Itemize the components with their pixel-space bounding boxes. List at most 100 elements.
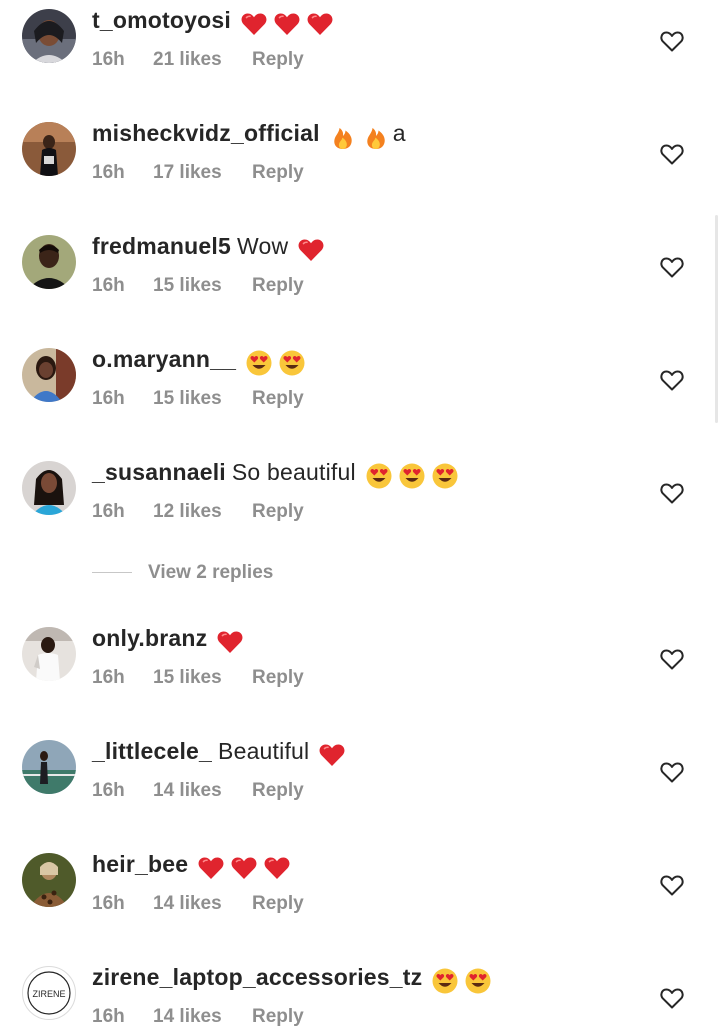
comment-line: heir_bee — [92, 850, 291, 882]
heart-outline-icon[interactable] — [658, 871, 686, 899]
reply-button[interactable]: Reply — [252, 161, 304, 185]
heart-eyes-emoji — [245, 349, 273, 377]
comment-meta: 16h 14 likes Reply — [92, 779, 304, 803]
like-count[interactable]: 14 likes — [153, 892, 252, 916]
comment-text: Beautiful — [218, 738, 310, 764]
avatar[interactable] — [22, 740, 76, 794]
heart-outline-icon[interactable] — [658, 366, 686, 394]
red-heart-emoji — [197, 854, 225, 882]
username[interactable]: o.maryann__ — [92, 346, 236, 372]
heart-outline-icon[interactable] — [658, 253, 686, 281]
avatar[interactable]: ZIRENE — [22, 966, 76, 1020]
heart-eyes-emoji — [431, 967, 459, 995]
like-count[interactable]: 21 likes — [153, 48, 252, 72]
emoji-group — [211, 628, 244, 656]
username[interactable]: _littlecele_ — [92, 738, 212, 764]
heart-outline-icon[interactable] — [658, 27, 686, 55]
comment-line: _littlecele_ Beautiful — [92, 737, 346, 769]
red-heart-emoji — [216, 628, 244, 656]
view-replies-button[interactable]: View 2 replies — [92, 562, 273, 586]
username[interactable]: t_omotoyosi — [92, 7, 231, 33]
timestamp: 16h — [92, 162, 125, 183]
comment-line: o.maryann__ — [92, 345, 306, 377]
timestamp: 16h — [92, 49, 125, 70]
emoji-group — [313, 741, 346, 769]
timestamp: 16h — [92, 388, 125, 409]
reply-button[interactable]: Reply — [252, 892, 304, 916]
avatar[interactable] — [22, 627, 76, 681]
red-heart-emoji — [273, 10, 301, 38]
comment-meta: 16h 14 likes Reply — [92, 1005, 304, 1029]
comment-line: _susannaeli So beautiful — [92, 458, 459, 490]
comment-meta: 16h 14 likes Reply — [92, 892, 304, 916]
username[interactable]: fredmanuel5 — [92, 233, 231, 259]
reply-button[interactable]: Reply — [252, 274, 304, 298]
emoji-group — [292, 236, 325, 264]
reply-button[interactable]: Reply — [252, 666, 304, 690]
heart-eyes-emoji — [278, 349, 306, 377]
like-count[interactable]: 17 likes — [153, 161, 252, 185]
heart-eyes-emoji — [365, 462, 393, 490]
reply-button[interactable]: Reply — [252, 500, 304, 524]
comment-meta: 16h 15 likes Reply — [92, 666, 304, 690]
red-heart-emoji — [297, 236, 325, 264]
timestamp: 16h — [92, 780, 125, 801]
heart-eyes-emoji — [464, 967, 492, 995]
emoji-group — [426, 967, 492, 995]
reply-button[interactable]: Reply — [252, 387, 304, 411]
heart-outline-icon[interactable] — [658, 479, 686, 507]
zirene-logo: ZIRENE — [32, 989, 65, 999]
reply-button[interactable]: Reply — [252, 1005, 304, 1029]
heart-outline-icon[interactable] — [658, 758, 686, 786]
username[interactable]: zirene_laptop_accessories_tz — [92, 964, 422, 990]
avatar[interactable] — [22, 235, 76, 289]
heart-outline-icon[interactable] — [658, 645, 686, 673]
avatar[interactable] — [22, 9, 76, 63]
comments-list: t_omotoyosi 16h 21 likes Reply misheckvidz… — [0, 0, 720, 1032]
comment-row: _susannaeli So beautiful 16h 12 likes Reply — [0, 452, 720, 552]
like-count[interactable]: 15 likes — [153, 666, 252, 690]
emoji-group — [240, 349, 306, 377]
emoji-group — [192, 854, 291, 882]
emoji-group — [324, 123, 390, 151]
red-heart-emoji — [240, 10, 268, 38]
like-count[interactable]: 15 likes — [153, 387, 252, 411]
avatar[interactable] — [22, 461, 76, 515]
heart-outline-icon[interactable] — [658, 140, 686, 168]
comment-meta: 16h 21 likes Reply — [92, 48, 304, 72]
username[interactable]: heir_bee — [92, 851, 188, 877]
red-heart-emoji — [263, 854, 291, 882]
avatar[interactable] — [22, 853, 76, 907]
heart-eyes-emoji — [431, 462, 459, 490]
like-count[interactable]: 15 likes — [153, 274, 252, 298]
comment-row: o.maryann__ 16h 15 likes Reply — [0, 339, 720, 439]
timestamp: 16h — [92, 893, 125, 914]
fire-emoji — [362, 123, 390, 151]
username[interactable]: misheckvidz_official — [92, 120, 320, 146]
red-heart-emoji — [306, 10, 334, 38]
avatar[interactable] — [22, 122, 76, 176]
username[interactable]: only.branz — [92, 625, 207, 651]
comment-row: t_omotoyosi 16h 21 likes Reply — [0, 0, 720, 100]
heart-outline-icon[interactable] — [658, 984, 686, 1012]
like-count[interactable]: 14 likes — [153, 1005, 252, 1029]
reply-button[interactable]: Reply — [252, 779, 304, 803]
comment-meta: 16h 15 likes Reply — [92, 274, 304, 298]
comment-line: t_omotoyosi — [92, 6, 334, 38]
comment-text: So beautiful — [231, 459, 356, 485]
like-count[interactable]: 14 likes — [153, 779, 252, 803]
comment-text: Wow — [236, 233, 289, 259]
scrollbar[interactable] — [715, 215, 718, 423]
reply-button[interactable]: Reply — [252, 48, 304, 72]
comment-row: ZIRENE zirene_laptop_accessories_tz 16h 1… — [0, 957, 720, 1032]
comment-line: only.branz — [92, 624, 244, 656]
avatar[interactable] — [22, 348, 76, 402]
comment-text: a — [392, 120, 406, 146]
fire-emoji — [329, 123, 357, 151]
username[interactable]: _susannaeli — [92, 459, 226, 485]
timestamp: 16h — [92, 501, 125, 522]
comment-meta: 16h 15 likes Reply — [92, 387, 304, 411]
comment-row: heir_bee 16h 14 likes Reply — [0, 844, 720, 944]
timestamp: 16h — [92, 275, 125, 296]
like-count[interactable]: 12 likes — [153, 500, 252, 524]
